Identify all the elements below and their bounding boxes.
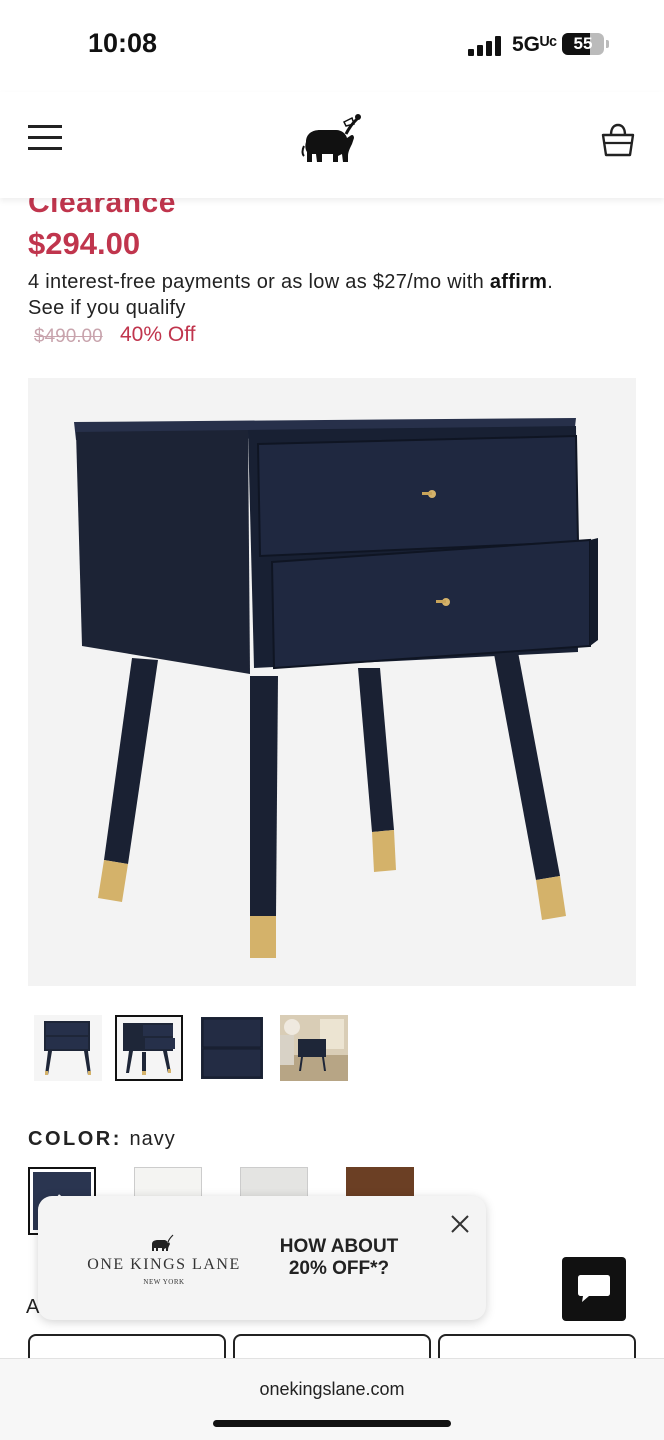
affirm-text: 4 interest-free payments or as low as $2… [28, 271, 485, 293]
product-main-image[interactable] [28, 378, 636, 986]
discount-label: 40% Off [120, 323, 196, 346]
sale-price: $294.00 [28, 226, 141, 261]
chat-bubble-icon [578, 1275, 610, 1302]
promo-headline[interactable]: HOW ABOUT 20% OFF*? [264, 1236, 414, 1280]
promo-brand-sub: NEW YORK [143, 1278, 185, 1286]
battery-icon: 55 [562, 33, 609, 55]
status-bar: 10:08 5Gᵁᶜ 55 [0, 0, 664, 92]
affirm-period: . [547, 271, 554, 293]
close-icon[interactable] [448, 1212, 472, 1236]
nightstand-image [74, 418, 598, 958]
chat-button[interactable] [562, 1257, 626, 1321]
battery-level: 55 [573, 34, 593, 53]
hamburger-menu-icon[interactable] [28, 125, 62, 151]
site-header [0, 92, 664, 198]
network-label: 5Gᵁᶜ [512, 33, 558, 56]
thumbnail-2[interactable] [115, 1015, 183, 1081]
promo-brand: ONE KINGS LANE [87, 1256, 241, 1273]
url-text[interactable]: onekingslane.com [0, 1379, 664, 1400]
shopping-bag-icon[interactable] [600, 122, 636, 158]
thumbnail-1[interactable] [34, 1015, 102, 1081]
promo-popup[interactable]: ONE KINGS LANE NEW YORK HOW ABOUT 20% OF… [38, 1196, 486, 1320]
thumbnail-3[interactable] [198, 1015, 266, 1081]
signal-icon [468, 36, 502, 56]
original-price: $490.00 [34, 326, 103, 347]
home-indicator[interactable] [213, 1420, 451, 1427]
see-if-you-qualify-link[interactable]: See if you qualify [28, 297, 186, 320]
elephant-logo-icon [152, 1234, 174, 1251]
affirm-logo: affirm [489, 271, 548, 293]
elephant-logo-icon[interactable] [300, 108, 364, 168]
color-label: COLOR: navy [28, 1128, 176, 1151]
color-value: navy [129, 1128, 176, 1150]
browser-address-bar[interactable]: onekingslane.com [0, 1358, 664, 1440]
affirm-financing-text: 4 interest-free payments or as low as $2… [28, 271, 553, 294]
color-heading: COLOR: [28, 1128, 122, 1150]
status-time: 10:08 [88, 28, 158, 58]
thumbnail-4[interactable] [280, 1015, 348, 1081]
